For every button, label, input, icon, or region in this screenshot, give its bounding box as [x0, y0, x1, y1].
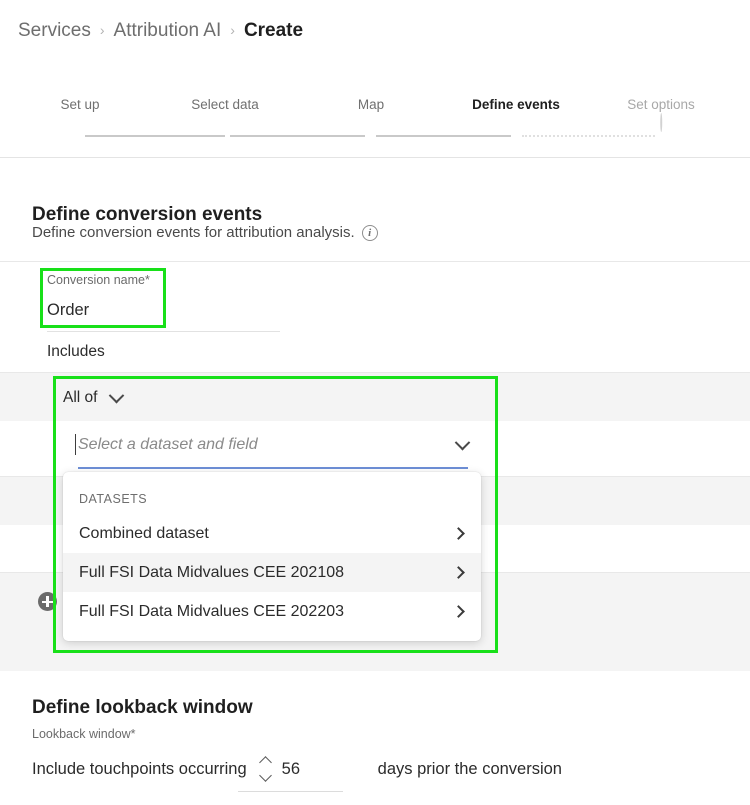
lookback-title: Define lookback window	[32, 696, 253, 718]
stepper-connector	[230, 135, 365, 137]
lookback-stepper[interactable]	[258, 756, 272, 782]
dropdown-item-combined-dataset[interactable]: Combined dataset	[63, 514, 481, 553]
chevron-right-icon	[452, 566, 465, 579]
stepper-step-label: Define events	[472, 97, 560, 112]
match-mode-label: All of	[63, 389, 98, 406]
dropdown-item-label: Full FSI Data Midvalues CEE 202203	[79, 602, 345, 620]
breadcrumb-separator-icon: ›	[99, 22, 105, 38]
stepper-step-set-up[interactable]: Set up	[60, 96, 99, 114]
lookback-value[interactable]: 56	[282, 757, 308, 781]
match-mode-dropdown[interactable]: All of	[53, 376, 498, 420]
dropdown-item-full-fsi-202108[interactable]: Full FSI Data Midvalues CEE 202108	[63, 553, 481, 592]
chevron-up-icon[interactable]	[258, 756, 272, 769]
chevron-down-icon	[109, 387, 125, 403]
lookback-input-underline	[238, 791, 343, 792]
text-cursor	[75, 434, 76, 455]
dataset-select-input[interactable]: Select a dataset and field	[75, 433, 471, 457]
includes-label: Includes	[47, 343, 105, 360]
stepper-connector	[376, 135, 511, 137]
lookback-suffix-text: days prior the conversion	[377, 760, 562, 778]
breadcrumb-item-services[interactable]: Services	[18, 18, 91, 44]
chevron-down-icon[interactable]	[454, 434, 471, 450]
header-divider	[0, 157, 750, 158]
stepper-step-set-options[interactable]: Set options	[627, 96, 695, 132]
add-condition-button[interactable]	[38, 592, 57, 611]
dataset-select-focus-underline	[78, 467, 468, 469]
stepper-connector	[85, 135, 225, 137]
stepper-connector-upcoming	[522, 135, 655, 137]
stepper-step-map[interactable]: Map	[358, 96, 384, 114]
lookback-input-row: Include touchpoints occurring 56 days pr…	[32, 756, 562, 782]
dataset-select-placeholder: Select a dataset and field	[75, 433, 258, 457]
dropdown-item-label: Combined dataset	[79, 524, 209, 542]
conversion-name-field[interactable]: Conversion name* Order	[47, 272, 282, 322]
conversion-name-value[interactable]: Order	[47, 298, 282, 322]
breadcrumb-separator-icon: ›	[230, 22, 235, 38]
stepper-step-label: Map	[357, 97, 385, 112]
row-divider	[0, 261, 750, 262]
chevron-right-icon	[452, 527, 465, 540]
stepper-dot-upcoming	[659, 113, 662, 132]
lookback-prefix-text: Include touchpoints occurring	[32, 760, 247, 778]
conversion-name-label: Conversion name*	[47, 273, 150, 287]
dataset-dropdown-menu: DATASETS Combined dataset Full FSI Data …	[63, 472, 481, 641]
page-subtitle: Define conversion events for attribution…	[32, 222, 378, 244]
dropdown-item-full-fsi-202203[interactable]: Full FSI Data Midvalues CEE 202203	[63, 592, 481, 631]
breadcrumb-item-create: Create	[243, 20, 304, 41]
stepper-step-label: Set up	[60, 97, 100, 112]
dropdown-group-header: DATASETS	[79, 492, 148, 506]
breadcrumb-item-attribution-ai[interactable]: Attribution AI	[114, 18, 222, 44]
progress-stepper: Set up Select data Map Define events Set…	[0, 96, 750, 144]
stepper-step-define-events[interactable]: Define events	[472, 96, 560, 114]
breadcrumb: Services › Attribution AI › Create	[18, 18, 303, 44]
chevron-down-icon[interactable]	[258, 769, 272, 782]
lookback-field-label: Lookback window*	[32, 727, 136, 741]
row-divider	[0, 372, 750, 373]
attribution-create-page: Services › Attribution AI › Create Set u…	[0, 0, 750, 805]
info-icon[interactable]: i	[361, 225, 378, 241]
page-subtitle-text: Define conversion events for attribution…	[32, 224, 355, 241]
stepper-step-select-data[interactable]: Select data	[191, 96, 259, 114]
stepper-step-label: Select data	[191, 97, 259, 112]
chevron-right-icon	[452, 605, 465, 618]
dropdown-item-label: Full FSI Data Midvalues CEE 202108	[79, 563, 345, 581]
conversion-name-underline	[47, 331, 280, 332]
stepper-step-label: Set options	[627, 97, 695, 112]
